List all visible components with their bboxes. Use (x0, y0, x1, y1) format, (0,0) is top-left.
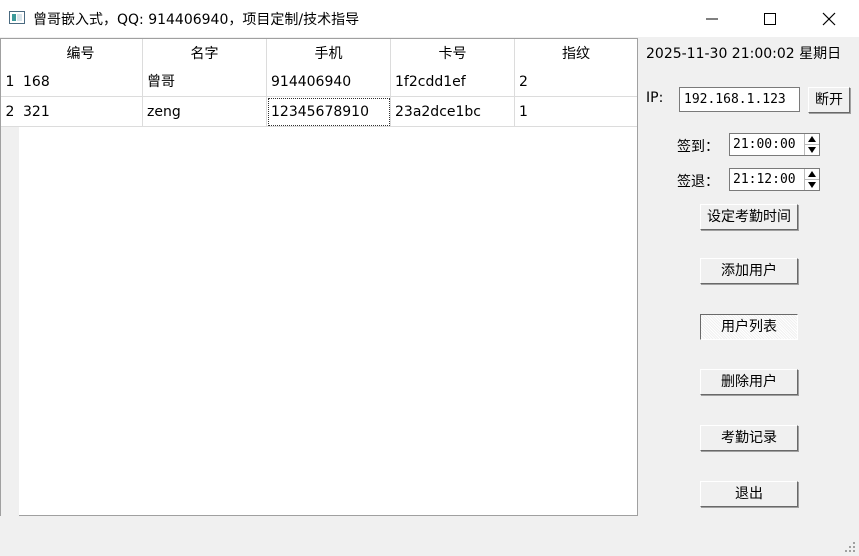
checkin-label: 签到： (677, 139, 719, 155)
column-header-fingerprint[interactable]: 指纹 (515, 39, 637, 69)
row-header-area (1, 69, 19, 517)
table-cell[interactable]: 914406940 (267, 67, 391, 97)
minimize-icon (706, 18, 718, 20)
table-cell[interactable]: 1f2cdd1ef (391, 67, 515, 97)
checkin-time-spinbox[interactable]: 21:00:00 (729, 133, 820, 156)
user-table[interactable]: 编号 名字 手机 卡号 指纹 1 168 曾哥 914406940 1f2cdd… (0, 38, 638, 517)
delete-user-button[interactable]: 删除用户 (700, 369, 798, 395)
column-header-phone[interactable]: 手机 (267, 39, 391, 69)
exit-button[interactable]: 退出 (700, 481, 798, 507)
table-cell[interactable]: 321 (19, 97, 143, 127)
table-cell[interactable]: 曾哥 (143, 67, 267, 97)
set-attendance-time-button[interactable]: 设定考勤时间 (700, 204, 798, 230)
table-cell[interactable]: 168 (19, 67, 143, 97)
checkout-time-spinbox[interactable]: 21:12:00 (729, 168, 820, 191)
attendance-records-button[interactable]: 考勤记录 (700, 425, 798, 451)
table-cell[interactable]: 23a2dce1bc (391, 97, 515, 127)
minimize-button[interactable] (683, 0, 741, 37)
spin-up-button[interactable] (805, 169, 819, 180)
spin-down-arrow-icon (808, 182, 816, 188)
close-icon (822, 12, 836, 26)
column-header-card[interactable]: 卡号 (391, 39, 515, 69)
close-button[interactable] (800, 0, 858, 37)
column-header-id[interactable]: 编号 (19, 39, 143, 69)
app-window-icon (9, 11, 25, 24)
checkin-time-value: 21:00:00 (733, 137, 796, 152)
maximize-icon (764, 13, 776, 25)
spin-down-arrow-icon (808, 147, 816, 153)
add-user-button[interactable]: 添加用户 (700, 258, 798, 284)
table-cell[interactable]: 1 (515, 97, 637, 127)
datetime-display: 2025-11-30 21:00:02 星期日 (646, 46, 842, 62)
row-header[interactable]: 2 (1, 97, 19, 127)
ip-label: IP: (646, 90, 664, 106)
spin-up-button[interactable] (805, 134, 819, 145)
title-bar: 曾哥嵌入式，QQ: 914406940，项目定制/技术指导 (0, 0, 859, 37)
resize-grip-icon[interactable] (844, 541, 856, 553)
table-cell-selected[interactable]: 12345678910 (267, 97, 391, 127)
user-list-button[interactable]: 用户列表 (700, 314, 798, 340)
column-header-name[interactable]: 名字 (143, 39, 267, 69)
spin-down-button[interactable] (805, 180, 819, 190)
spin-up-arrow-icon (808, 136, 816, 142)
table-cell[interactable]: 2 (515, 67, 637, 97)
checkout-label: 签退： (677, 174, 719, 190)
table-corner (1, 39, 19, 69)
ip-input[interactable]: 192.168.1.123 (679, 87, 800, 112)
table-cell[interactable]: zeng (143, 97, 267, 127)
disconnect-button[interactable]: 断开 (808, 87, 850, 113)
checkout-time-value: 21:12:00 (733, 172, 796, 187)
row-header[interactable]: 1 (1, 67, 19, 97)
spin-up-arrow-icon (808, 171, 816, 177)
window-title: 曾哥嵌入式，QQ: 914406940，项目定制/技术指导 (33, 12, 360, 28)
maximize-button[interactable] (741, 0, 799, 37)
spin-down-button[interactable] (805, 145, 819, 155)
